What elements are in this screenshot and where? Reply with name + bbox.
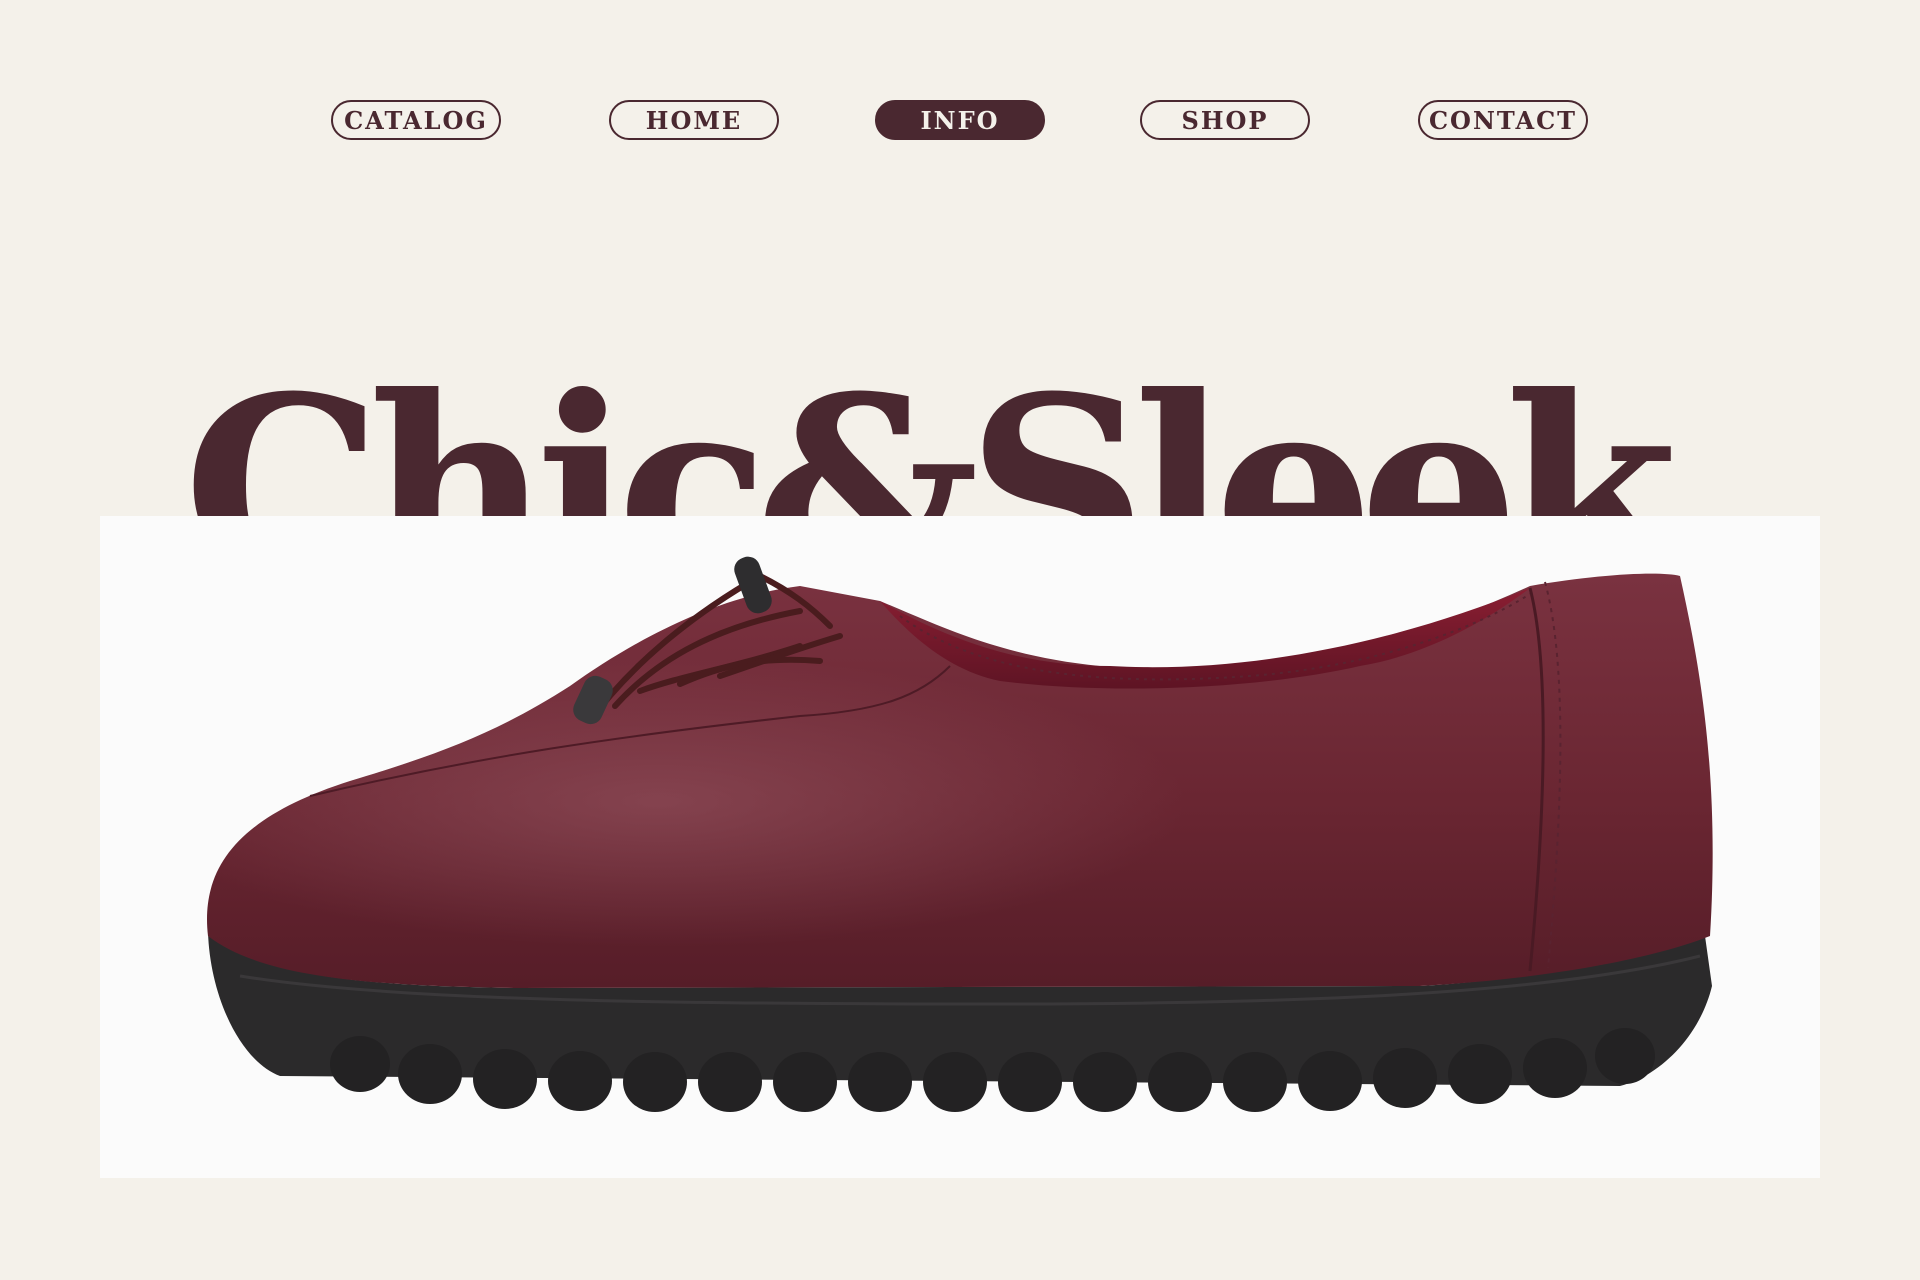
nav-home-button[interactable]: HOME (609, 100, 779, 140)
nav-info-button[interactable]: INFO (875, 100, 1045, 140)
main-nav: CATALOG HOME INFO SHOP CONTACT (0, 100, 1920, 144)
product-photo (100, 516, 1820, 1178)
nav-shop-button[interactable]: SHOP (1140, 100, 1310, 140)
shoe-upper (207, 573, 1713, 988)
shoe-illustration (207, 556, 1713, 1112)
nav-contact-button[interactable]: CONTACT (1418, 100, 1588, 140)
nav-catalog-button[interactable]: CATALOG (331, 100, 501, 140)
